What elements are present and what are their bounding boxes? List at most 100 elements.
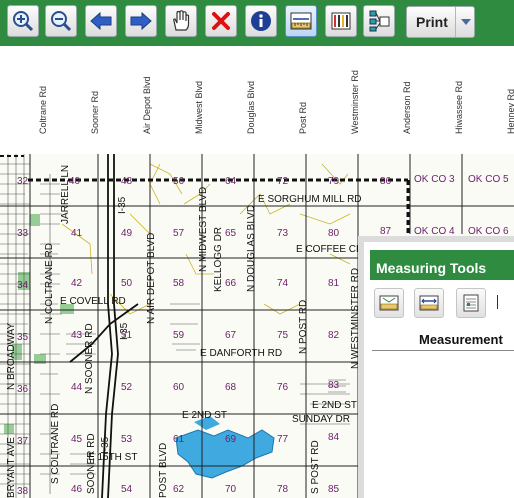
street-label-sooner: Sooner Rd [90, 90, 100, 134]
back-button[interactable] [85, 5, 117, 37]
toolbar-divider [497, 295, 498, 309]
section-number: 65 [225, 228, 237, 239]
road-label-bryant-ave: BRYANT AVE [6, 437, 17, 498]
section-number: 40 [69, 176, 81, 187]
street-label-post: Post Rd [298, 101, 308, 134]
print-dropdown-toggle[interactable] [455, 7, 476, 37]
section-number: 68 [225, 382, 237, 393]
section-number: 52 [121, 382, 133, 393]
section-number: 78 [277, 484, 289, 495]
section-number: 82 [328, 330, 340, 341]
ruler-icon [290, 12, 312, 30]
section-number: 73 [277, 228, 289, 239]
chevron-down-icon [461, 19, 471, 25]
arrow-right-icon [130, 11, 152, 31]
road-label-s-coltrane: S COLTRANE RD [50, 403, 61, 484]
zoom-in-button[interactable] [7, 5, 39, 37]
print-button[interactable]: Print [406, 6, 475, 38]
section-number: 51 [121, 330, 133, 341]
section-number: 79 [328, 176, 340, 187]
road-label-2nd-st-east: E 2ND ST [312, 400, 358, 411]
road-label-covell: E COVELL RD [60, 296, 126, 307]
road-label-kellogg: KELLOGG DR [213, 226, 224, 292]
street-label-anderson: Anderson Rd [402, 81, 412, 134]
county-label-ok-co-3: OK CO 3 [414, 174, 455, 185]
road-label-air-depot: N AIR DEPOT BLVD [146, 232, 157, 324]
section-number: 70 [225, 484, 237, 495]
road-label-sorghum-mill: E SORGHUM MILL RD [258, 194, 362, 205]
location-grid-icon [463, 294, 479, 312]
section-number: 38 [17, 486, 29, 497]
select-button[interactable] [363, 5, 395, 37]
street-label-hiwassee: Hiwassee Rd [454, 80, 464, 134]
section-number: 58 [173, 278, 185, 289]
forward-button[interactable] [125, 5, 157, 37]
section-number: 42 [71, 278, 83, 289]
zoom-in-icon [13, 11, 34, 32]
street-label-midwest: Midwest Blvd [194, 80, 204, 134]
section-number: 46 [71, 484, 83, 495]
toolbar: Print [0, 0, 514, 46]
measuring-tools-header[interactable]: Measuring Tools [370, 250, 514, 280]
street-header: Coltrane Rd Sooner Rd Air Depot Blvd Mid… [0, 46, 514, 154]
zoom-out-icon [51, 11, 72, 32]
street-label-westminster: Westminster Rd [350, 70, 360, 134]
section-number: 34 [17, 280, 29, 291]
section-number: 62 [173, 484, 185, 495]
section-number: 81 [328, 278, 340, 289]
county-boundary [28, 178, 410, 234]
section-number: 48 [121, 176, 133, 187]
measure-location-button[interactable] [456, 288, 486, 318]
section-number: 67 [225, 330, 237, 341]
print-label: Print [416, 14, 448, 30]
measurement-label: Measurement [419, 332, 503, 347]
measure-button[interactable] [285, 5, 317, 37]
area-ruler-icon [379, 295, 399, 311]
clear-button[interactable] [205, 5, 237, 37]
network-icon [369, 10, 390, 32]
section-number: 33 [17, 228, 29, 239]
road-label-n-coltrane: N COLTRANE RD [44, 243, 55, 324]
section-number: 60 [173, 382, 185, 393]
road-label-sunday-dr: SUNDAY DR [292, 414, 350, 425]
road-label-coffee-creek: E COFFEE CR [296, 244, 364, 255]
section-number: 54 [121, 484, 133, 495]
street-label-coltrane: Coltrane Rd [38, 85, 48, 134]
layers-button[interactable] [325, 5, 357, 37]
section-number: 50 [121, 278, 133, 289]
section-number: 86 [380, 176, 392, 187]
section-number: 85 [328, 484, 340, 495]
section-number: 66 [225, 278, 237, 289]
street-label-henney: Henney Rd [506, 88, 514, 134]
red-x-icon [212, 12, 230, 30]
section-number: 59 [173, 330, 185, 341]
road-label-post-blvd: POST BLVD [158, 442, 169, 498]
section-number: 56 [173, 176, 185, 187]
section-number: 45 [71, 434, 83, 445]
section-number: 61 [173, 434, 185, 445]
road-label-danforth: E DANFORTH RD [200, 348, 283, 359]
street-label-air-depot: Air Depot Blvd [142, 76, 152, 134]
road-label-i35-south: I-35 [100, 436, 111, 454]
identify-button[interactable] [245, 5, 277, 37]
info-icon [251, 11, 271, 31]
measuring-tools-panel: Measuring Tools Measurement [358, 236, 514, 498]
section-number: 80 [328, 228, 340, 239]
road-label-n-post: N POST RD [298, 299, 309, 354]
road-label-s-post: S POST RD [310, 440, 321, 494]
section-number: 76 [277, 382, 289, 393]
section-number: 74 [277, 278, 289, 289]
measure-distance-button[interactable] [414, 288, 444, 318]
section-number: 83 [328, 380, 340, 391]
section-number: 53 [121, 434, 133, 445]
county-label-ok-co-5: OK CO 5 [468, 174, 509, 185]
distance-ruler-icon [419, 295, 439, 311]
layers-icon [331, 12, 351, 30]
road-label-midwest: N MIDWEST BLVD [198, 186, 209, 272]
road-label-jarrell-ln: JARRELL LN [60, 164, 71, 224]
measuring-tools-title: Measuring Tools [376, 260, 487, 276]
measure-area-button[interactable] [374, 288, 404, 318]
section-number: 69 [225, 434, 237, 445]
pan-button[interactable] [165, 5, 197, 37]
zoom-out-button[interactable] [45, 5, 77, 37]
